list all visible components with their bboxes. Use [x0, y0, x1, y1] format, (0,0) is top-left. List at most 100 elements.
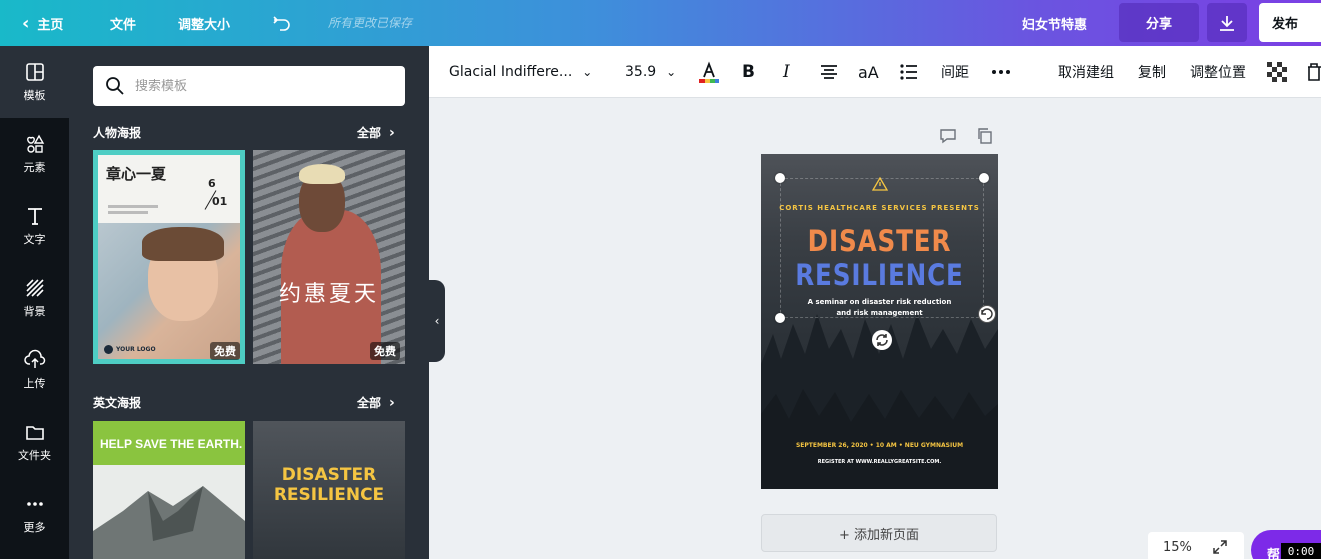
free-badge: 免费: [370, 342, 400, 360]
font-size-value: 35.9: [625, 64, 657, 80]
refresh-icon: [876, 334, 888, 346]
hair: [142, 227, 224, 261]
more-options-button[interactable]: [990, 46, 1012, 98]
person-hair: [299, 164, 345, 184]
italic-button[interactable]: I: [783, 46, 790, 98]
template-thumb[interactable]: DISASTER RESILIENCE: [253, 421, 405, 559]
editor-toolbar: Glacial Indiffere... ⌄ 35.9 ⌄ B I aA 间距 …: [429, 46, 1321, 98]
resize-handle[interactable]: [775, 313, 785, 323]
rail-item-upload[interactable]: 上传: [0, 334, 69, 406]
design-canvas[interactable]: CORTIS HEALTHCARE SERVICES PRESENTS DISA…: [761, 154, 998, 489]
file-menu[interactable]: 文件: [110, 0, 136, 46]
rotate-button[interactable]: [872, 330, 892, 350]
thumb-title-line: RESILIENCE: [273, 485, 385, 505]
rail-item-label: 更多: [23, 521, 46, 534]
download-icon: [1220, 15, 1234, 31]
italic-icon: I: [783, 62, 790, 82]
logo-icon: [104, 345, 113, 354]
trash-icon: [1308, 63, 1321, 81]
duplicate-icon: [978, 128, 992, 144]
thumb-title: 约惠夏天: [278, 282, 379, 307]
section-title-english-posters: 英文海报: [93, 396, 142, 410]
undo-icon: [273, 16, 290, 31]
logo-text: YOUR LOGO: [116, 346, 156, 353]
left-rail: 模板 元素 文字 背景 上传 文件夹 更多: [0, 46, 69, 559]
rail-item-background[interactable]: 背景: [0, 262, 69, 334]
zoom-value: 15%: [1163, 539, 1192, 555]
thumb-title: DISASTER RESILIENCE: [253, 465, 405, 505]
text-color-button[interactable]: [697, 46, 721, 98]
download-button[interactable]: [1207, 3, 1247, 42]
home-button[interactable]: ‹ 主页: [22, 0, 63, 46]
design-title[interactable]: 妇女节特惠: [1022, 0, 1087, 46]
see-all-english-posters[interactable]: 全部 ›: [357, 394, 395, 411]
align-center-icon: [821, 65, 837, 79]
font-size-select[interactable]: 35.9 ⌄: [625, 46, 676, 98]
home-label: 主页: [37, 17, 64, 33]
spacing-button[interactable]: 间距: [941, 46, 969, 98]
thumb-title-line: DISASTER: [281, 465, 377, 485]
rotate-handle[interactable]: [978, 305, 996, 323]
register-text[interactable]: REGISTER AT WWW.REALLYGREATSITE.COM.: [761, 459, 998, 465]
undo-button[interactable]: [272, 0, 292, 46]
resize-menu[interactable]: 调整大小: [178, 0, 230, 46]
free-badge: 免费: [210, 342, 240, 360]
letter-case-icon: aA: [858, 62, 879, 82]
rail-item-templates[interactable]: 模板: [0, 46, 69, 118]
chevron-down-icon: ⌄: [666, 65, 677, 79]
bold-icon: B: [742, 62, 755, 82]
thumb-logo: YOUR LOGO: [104, 345, 156, 354]
top-bar: ‹ 主页 文件 调整大小 所有更改已保存 妇女节特惠 分享 发布: [0, 0, 1321, 46]
event-date-text[interactable]: SEPTEMBER 26, 2020 • 10 AM • NEU GYMNASI…: [761, 442, 998, 449]
child-photo: [98, 223, 240, 359]
template-thumb[interactable]: 章心一夏 6 01 YOUR LOGO 免费: [93, 150, 245, 364]
duplicate-page-button[interactable]: [976, 127, 994, 149]
more-icon: [992, 70, 1010, 74]
add-page-button[interactable]: + 添加新页面: [761, 514, 997, 552]
rotate-icon: [981, 308, 993, 320]
folder-icon: [25, 426, 44, 440]
resize-handle[interactable]: [979, 173, 989, 183]
resize-handle[interactable]: [775, 173, 785, 183]
rail-item-elements[interactable]: 元素: [0, 118, 69, 190]
zoom-control[interactable]: 15%: [1148, 532, 1244, 559]
transparency-button[interactable]: [1267, 46, 1287, 98]
thumb-title: 章心一夏: [106, 165, 167, 183]
list-icon: [900, 64, 917, 80]
see-all-label: 全部: [357, 396, 382, 410]
rail-item-label: 文件夹: [18, 449, 51, 462]
template-thumb[interactable]: HELP SAVE THE EARTH.: [93, 421, 245, 559]
font-family-select[interactable]: Glacial Indiffere... ⌄: [449, 46, 592, 98]
text-color-icon: [699, 61, 719, 83]
rail-item-folder[interactable]: 文件夹: [0, 406, 69, 478]
rail-item-label: 元素: [23, 161, 46, 174]
rail-item-label: 模板: [23, 89, 46, 102]
background-icon: [25, 279, 44, 297]
chevron-left-icon: ‹: [22, 12, 30, 34]
search-input[interactable]: [135, 78, 385, 94]
template-thumb[interactable]: 约惠夏天 免费: [253, 150, 405, 364]
delete-button[interactable]: [1307, 46, 1321, 98]
ungroup-button[interactable]: 取消建组: [1058, 46, 1114, 98]
align-button[interactable]: [819, 46, 839, 98]
case-button[interactable]: aA: [858, 46, 879, 98]
rail-item-more[interactable]: 更多: [0, 478, 69, 550]
share-button[interactable]: 分享: [1119, 3, 1199, 42]
upload-icon: [23, 349, 45, 368]
rail-item-label: 文字: [23, 233, 46, 246]
search-box[interactable]: [93, 66, 405, 106]
rail-item-label: 上传: [23, 377, 46, 390]
text-icon: [27, 208, 42, 225]
bold-button[interactable]: B: [742, 46, 755, 98]
copy-button[interactable]: 复制: [1138, 46, 1166, 98]
comment-button[interactable]: [939, 127, 957, 149]
position-button[interactable]: 调整位置: [1190, 46, 1246, 98]
see-all-people-posters[interactable]: 全部 ›: [357, 124, 395, 141]
rail-item-text[interactable]: 文字: [0, 190, 69, 262]
collapse-panel-button[interactable]: ‹: [429, 280, 445, 362]
section-title-people-posters: 人物海报: [93, 126, 142, 140]
search-icon: [106, 77, 124, 95]
publish-button[interactable]: 发布: [1259, 3, 1321, 42]
list-button[interactable]: [899, 46, 919, 98]
template-icon: [25, 63, 44, 81]
